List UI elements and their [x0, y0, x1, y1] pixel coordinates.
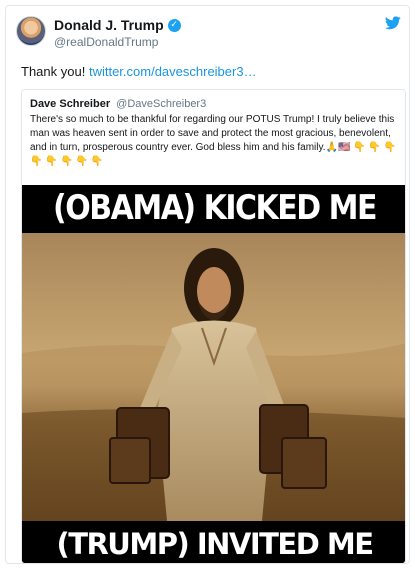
tweet-card: Donald J. Trump ✓ @realDonaldTrump Thank…: [5, 5, 410, 564]
tweet-link[interactable]: twitter.com/daveschreiber3…: [89, 64, 257, 79]
tweet-body: Thank you!: [21, 64, 86, 79]
quoted-tweet-image[interactable]: (OBAMA) KICKED ME OUT: [22, 185, 405, 563]
quoted-tweet-header: Dave Schreiber @DaveSchreiber3: [30, 98, 206, 110]
quoted-author-handle[interactable]: @DaveSchreiber3: [116, 98, 206, 110]
author-name-row: Donald J. Trump ✓: [54, 17, 181, 33]
meme-bottom-caption: (TRUMP) INVITED ME BACK: [22, 521, 405, 563]
quoted-tweet[interactable]: Dave Schreiber @DaveSchreiber3 There's s…: [21, 89, 406, 564]
avatar[interactable]: [16, 16, 46, 46]
tweet-text: Thank you! twitter.com/daveschreiber3…: [21, 64, 257, 79]
meme-top-caption: (OBAMA) KICKED ME OUT: [22, 185, 405, 282]
author-handle[interactable]: @realDonaldTrump: [54, 35, 158, 49]
quoted-author-name[interactable]: Dave Schreiber: [30, 98, 110, 110]
tweet-header: Donald J. Trump ✓ @realDonaldTrump: [16, 16, 401, 58]
verified-badge-icon: ✓: [167, 18, 181, 32]
author-name[interactable]: Donald J. Trump: [54, 17, 164, 33]
quoted-tweet-text: There's so much to be thankful for regar…: [30, 114, 397, 167]
twitter-bird-icon[interactable]: [385, 16, 401, 30]
meme-photo: [22, 233, 405, 521]
